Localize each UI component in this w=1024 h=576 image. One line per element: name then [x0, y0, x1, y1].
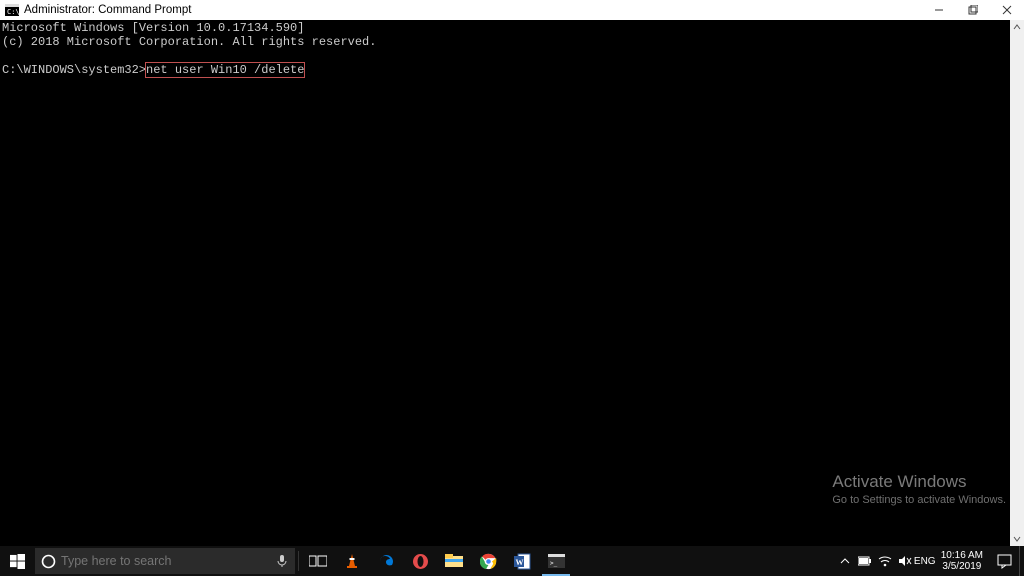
file-explorer-icon: [445, 554, 463, 568]
activate-subtext: Go to Settings to activate Windows.: [832, 494, 1006, 506]
search-input[interactable]: [61, 554, 269, 568]
maximize-button[interactable]: [956, 0, 990, 20]
activate-windows-watermark: Activate Windows Go to Settings to activ…: [832, 472, 1006, 506]
volume-muted-icon: [898, 555, 912, 567]
system-tray: ENG 10:16 AM 3/5/2019: [835, 546, 1024, 576]
svg-text:>_: >_: [550, 560, 558, 567]
taskbar-app-word[interactable]: W: [505, 546, 539, 576]
close-icon: [1002, 5, 1012, 15]
power-icon: [858, 556, 872, 566]
svg-text:W: W: [515, 558, 523, 567]
close-button[interactable]: [990, 0, 1024, 20]
taskbar-divider: [298, 551, 299, 571]
scroll-up-button[interactable]: [1010, 20, 1024, 34]
tray-power-icon[interactable]: [855, 546, 875, 576]
taskbar-app-edge[interactable]: [369, 546, 403, 576]
tray-overflow-button[interactable]: [835, 546, 855, 576]
taskbar-app-chrome[interactable]: [471, 546, 505, 576]
maximize-icon: [968, 5, 978, 15]
taskbar-app-file-explorer[interactable]: [437, 546, 471, 576]
chrome-icon: [480, 553, 497, 570]
task-icons: W >_: [301, 546, 573, 576]
minimize-button[interactable]: [922, 0, 956, 20]
vertical-scrollbar[interactable]: [1010, 20, 1024, 546]
tray-volume-icon[interactable]: [895, 546, 915, 576]
prompt-text: C:\WINDOWS\system32>: [2, 63, 146, 77]
console-area: Microsoft Windows [Version 10.0.17134.59…: [0, 20, 1024, 546]
tray-time: 10:16 AM: [941, 550, 983, 561]
window-controls: [922, 0, 1024, 20]
version-line: Microsoft Windows [Version 10.0.17134.59…: [2, 21, 304, 35]
chevron-up-icon: [1013, 23, 1021, 31]
show-desktop-button[interactable]: [1019, 546, 1024, 576]
tray-date: 3/5/2019: [941, 561, 983, 572]
task-view-icon: [309, 554, 327, 568]
command-prompt-window: C:\ Administrator: Command Prompt Micros…: [0, 0, 1024, 546]
activate-title: Activate Windows: [832, 472, 1006, 492]
wifi-icon: [878, 555, 892, 567]
search-input-wrap: [61, 554, 269, 568]
task-view-button[interactable]: [301, 546, 335, 576]
chevron-down-icon: [1013, 535, 1021, 543]
taskbar-app-opera[interactable]: [403, 546, 437, 576]
window-title: Administrator: Command Prompt: [24, 4, 922, 16]
cmd-icon: C:\: [4, 2, 20, 18]
windows-start-icon: [10, 554, 25, 569]
taskbar-app-terminal[interactable]: >_: [539, 546, 573, 576]
terminal-icon: >_: [548, 554, 565, 568]
cortana-circle-icon: [35, 554, 61, 569]
tray-language[interactable]: ENG: [915, 546, 935, 576]
scroll-down-button[interactable]: [1010, 532, 1024, 546]
minimize-icon: [934, 5, 944, 15]
tray-notifications-button[interactable]: [989, 554, 1019, 569]
mic-icon[interactable]: [269, 554, 295, 568]
command-text: net user Win10 /delete: [146, 63, 304, 77]
copyright-line: (c) 2018 Microsoft Corporation. All righ…: [2, 35, 376, 49]
svg-text:C:\: C:\: [7, 8, 19, 16]
vlc-icon: [344, 553, 360, 569]
start-button[interactable]: [0, 546, 34, 576]
search-box[interactable]: [35, 548, 295, 574]
tray-network-icon[interactable]: [875, 546, 895, 576]
console-output[interactable]: Microsoft Windows [Version 10.0.17134.59…: [0, 20, 1010, 546]
opera-icon: [412, 553, 429, 570]
notification-icon: [997, 554, 1012, 569]
taskbar-app-vlc[interactable]: [335, 546, 369, 576]
edge-icon: [378, 553, 395, 570]
chevron-up-icon: [840, 556, 850, 566]
word-icon: W: [514, 553, 531, 570]
taskbar: W >_ ENG 10:16 AM 3/5/2019: [0, 546, 1024, 576]
titlebar[interactable]: C:\ Administrator: Command Prompt: [0, 0, 1024, 20]
tray-clock[interactable]: 10:16 AM 3/5/2019: [935, 550, 989, 572]
